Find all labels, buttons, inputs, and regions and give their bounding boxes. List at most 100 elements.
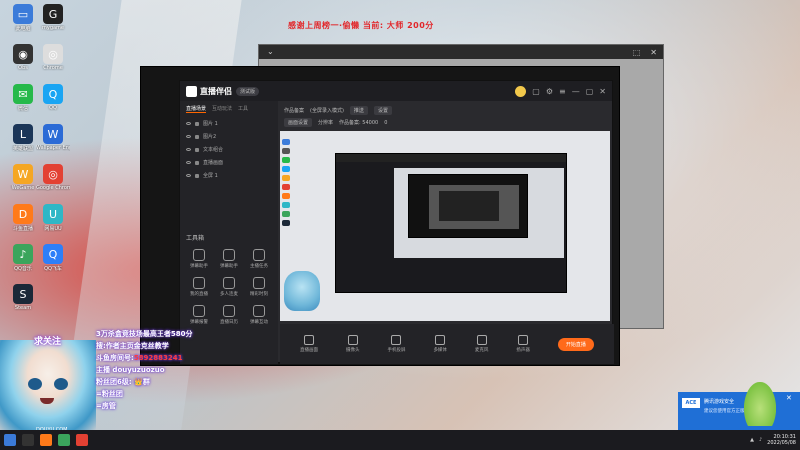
tab-scenes[interactable]: 直播场景 xyxy=(186,105,207,113)
desktop-icon[interactable]: WWallpaper Engine xyxy=(36,124,70,151)
source-media[interactable]: 多媒体 xyxy=(433,335,447,353)
overlay-line-admin: =房管 xyxy=(96,402,116,410)
volume-icon[interactable]: ♪ xyxy=(759,437,762,443)
tool-label: 主播任务 xyxy=(250,264,268,269)
source-speaker[interactable]: 扬声器 xyxy=(516,335,530,353)
source-phone[interactable]: 手机投屏 xyxy=(387,335,405,353)
ace-logo: ACE xyxy=(682,398,700,408)
tool-icon xyxy=(223,277,235,289)
tool-item[interactable]: 弹幕互动 xyxy=(244,305,274,325)
lock-icon[interactable] xyxy=(195,160,199,165)
restore-icon[interactable]: ⬚ xyxy=(633,48,641,57)
close-icon[interactable]: ✕ xyxy=(599,87,606,96)
close-icon[interactable]: ✕ xyxy=(650,48,657,57)
menu-icon[interactable]: ≡ xyxy=(559,87,566,96)
app-icon: ▭ xyxy=(13,4,33,24)
tool-item[interactable]: 弹幕助手 xyxy=(184,249,214,269)
screen-icon xyxy=(303,335,314,345)
layer-item[interactable]: 直播画面 xyxy=(180,156,278,169)
desktop-icon[interactable]: Q QQ飞车 xyxy=(36,244,70,272)
preview-toolbar: 作品备案 (全屏录入模式) 推送 设置 画面设置 分辨率 作品备案: 54000… xyxy=(280,103,614,129)
eye-icon[interactable] xyxy=(186,122,191,125)
app-icon: ♪ xyxy=(13,244,33,264)
streaming-app-window[interactable]: 直播伴侣 测试版 ▢ ⚙ ≡ — ▢ ✕ 直播场景 互动玩法 工具 图片 1 图片… xyxy=(179,80,614,364)
layer-list: 图片 1 图片2 文本组合 直播画面 全屏 1 xyxy=(180,117,278,182)
desktop-icon[interactable]: ♪ QQ音乐 xyxy=(6,244,40,272)
version-badge[interactable]: 测试版 xyxy=(236,86,260,96)
source-mic[interactable]: 麦克风 xyxy=(475,335,488,353)
tool-icon xyxy=(223,305,235,317)
message-icon[interactable]: ▢ xyxy=(532,87,540,96)
desktop-icon[interactable]: S Steam xyxy=(6,284,40,311)
tab-interactive[interactable]: 互动玩法 xyxy=(212,105,232,113)
app-icon: ✉ xyxy=(13,84,33,104)
taskbar-app-icon[interactable] xyxy=(76,434,88,446)
app-icon: ◎ xyxy=(43,164,63,184)
stream-banner-text: 感谢上周榜一·偷懒 当前: 大师 200分 xyxy=(288,21,434,30)
lock-icon[interactable] xyxy=(195,173,199,178)
lock-icon[interactable] xyxy=(195,147,199,152)
network-icon[interactable]: ▲ xyxy=(750,437,754,443)
desktop-icon[interactable]: ◉ Obs xyxy=(6,44,40,71)
taskbar-app-icon[interactable] xyxy=(40,434,52,446)
layer-item[interactable]: 文本组合 xyxy=(180,143,278,156)
tool-item[interactable]: 弹幕报警 xyxy=(184,305,214,325)
minimize-icon[interactable]: — xyxy=(572,87,580,96)
layer-item[interactable]: 图片2 xyxy=(180,130,278,143)
desktop-icon[interactable]: U 网易UU xyxy=(36,204,70,232)
desktop-icon[interactable]: Gmygame xyxy=(36,4,70,31)
tool-item[interactable]: 弹幕助手 xyxy=(214,249,244,269)
tool-item[interactable]: 多人连麦 xyxy=(214,277,244,297)
desktop-icon[interactable]: ✉ 微信 xyxy=(6,84,40,112)
eye-icon[interactable] xyxy=(186,148,191,151)
tool-item[interactable]: 精彩时刻 xyxy=(244,277,274,297)
layer-label: 图片2 xyxy=(203,134,217,140)
close-icon[interactable]: ✕ xyxy=(786,394,792,402)
desktop-icon[interactable]: W WeGame xyxy=(6,164,40,191)
screen-settings-button[interactable]: 画面设置 xyxy=(284,118,313,127)
source-screen[interactable]: 直播画面 xyxy=(300,335,318,353)
settings-icon[interactable]: ⚙ xyxy=(546,87,553,96)
chevron-down-icon[interactable]: ⌄ xyxy=(267,47,274,56)
desktop-icon[interactable]: ◎Google Chrome xyxy=(36,164,70,191)
eye-icon[interactable] xyxy=(186,174,191,177)
clock[interactable]: 20:10:31 2022/05/08 xyxy=(767,434,796,446)
tools-grid: 弹幕助手 弹幕助手 主播任务我的直播 多人连麦 精彩时刻弹幕报警 直播日历 弹幕互动 xyxy=(184,249,274,325)
desktop-icon[interactable]: D 斗鱼直播 xyxy=(6,204,40,232)
tools-title: 工具箱 xyxy=(186,235,205,242)
user-avatar[interactable] xyxy=(515,85,527,97)
desktop-icon[interactable]: L 英雄联盟 xyxy=(6,124,40,152)
security-notification[interactable]: ACE 腾讯游戏安全 建议您使用官方正版客户端登录游戏 xyxy=(678,392,800,430)
phone-icon xyxy=(391,335,402,345)
avatar-eye-left xyxy=(28,378,42,390)
desktop-icon[interactable]: Q QQ xyxy=(36,84,70,111)
eye-icon[interactable] xyxy=(186,161,191,164)
tab-tools[interactable]: 工具 xyxy=(238,105,248,113)
toolbar-settings-button[interactable]: 设置 xyxy=(373,106,392,115)
overlay-line-streamer: 主播 douyuzuozuo xyxy=(96,366,165,374)
preview-avatar-image xyxy=(284,271,320,311)
app-header: 直播伴侣 测试版 ▢ ⚙ ≡ — ▢ ✕ xyxy=(180,81,612,101)
maximize-icon[interactable]: ▢ xyxy=(586,87,594,96)
app-icon: S xyxy=(13,284,33,304)
desktop-icon-label: 此电脑 xyxy=(15,26,31,32)
live-preview[interactable] xyxy=(280,131,610,321)
taskbar-app-icon[interactable] xyxy=(58,434,70,446)
start-live-button[interactable]: 开始直播 xyxy=(557,337,594,351)
eye-icon[interactable] xyxy=(186,135,191,138)
tool-item[interactable]: 直播日历 xyxy=(214,305,244,325)
camera-icon xyxy=(347,335,358,345)
tool-item[interactable]: 主播任务 xyxy=(244,249,274,269)
desktop-icon[interactable]: ◎ Chrome xyxy=(36,44,70,71)
lock-icon[interactable] xyxy=(195,121,199,126)
layer-item[interactable]: 全屏 1 xyxy=(180,169,278,182)
lock-icon[interactable] xyxy=(195,134,199,139)
push-button[interactable]: 推送 xyxy=(349,106,368,115)
tool-item[interactable]: 我的直播 xyxy=(184,277,214,297)
source-camera[interactable]: 摄像头 xyxy=(346,335,359,353)
taskbar-app-icon[interactable] xyxy=(22,434,34,446)
start-icon[interactable] xyxy=(4,434,16,446)
layer-item[interactable]: 图片 1 xyxy=(180,117,278,130)
app-icon: ◎ xyxy=(43,44,63,64)
desktop-icon[interactable]: ▭ 此电脑 xyxy=(6,4,40,32)
